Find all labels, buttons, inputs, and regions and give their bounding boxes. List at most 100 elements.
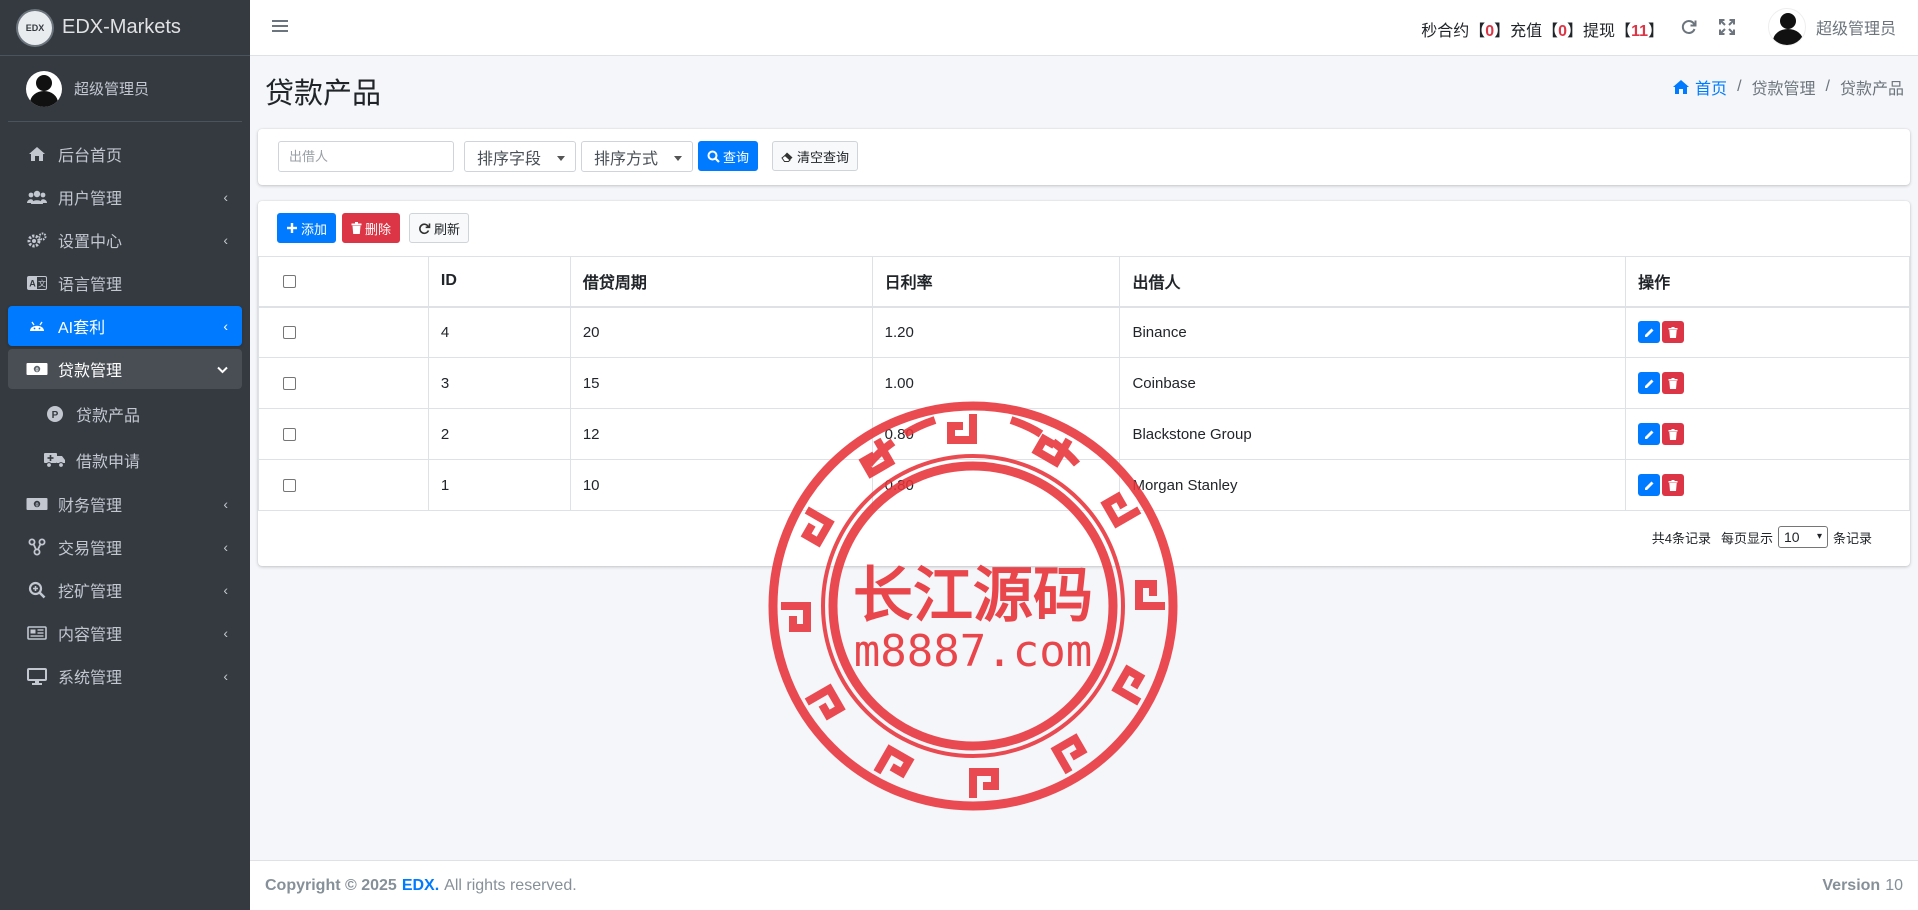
brand-logo: EDX bbox=[18, 10, 52, 45]
svg-text:A: A bbox=[29, 279, 36, 289]
top-stats[interactable]: 秒合约【0】充值【0】提现【11】 bbox=[1421, 17, 1664, 41]
per-page-label: 每页显示 bbox=[1720, 530, 1773, 546]
footer-copyright: Copyright © 2025 bbox=[265, 876, 397, 894]
sidebar-item-label: 财务管理 bbox=[58, 498, 123, 515]
cell-lender: Morgan Stanley bbox=[1119, 459, 1627, 511]
row-checkbox[interactable] bbox=[283, 479, 296, 493]
sidebar-item-label: AI套利 bbox=[58, 320, 106, 337]
edit-row-button[interactable] bbox=[1638, 372, 1661, 394]
add-button[interactable]: 添加 bbox=[277, 213, 337, 243]
edit-row-button[interactable] bbox=[1638, 423, 1661, 445]
cell-lender: Coinbase bbox=[1119, 357, 1627, 409]
sidebar-item-ai-arbitrage[interactable]: AI套利 ‹ bbox=[8, 306, 242, 346]
sidebar-item-mining[interactable]: 挖矿管理 ‹ bbox=[8, 570, 242, 610]
table-row: 2 12 0.80 Blackstone Group bbox=[258, 408, 1910, 460]
stat-contract-label: 秒合约【 bbox=[1421, 23, 1486, 40]
delete-row-button[interactable] bbox=[1662, 474, 1685, 496]
newspaper-icon bbox=[24, 626, 50, 640]
pencil-icon bbox=[1644, 328, 1654, 337]
sidebar-item-finance[interactable]: 0 财务管理 ‹ bbox=[8, 484, 242, 524]
cell-lender: Blackstone Group bbox=[1119, 408, 1627, 460]
column-header-id[interactable]: ID bbox=[427, 256, 571, 308]
cell-ops bbox=[1625, 306, 1910, 358]
sidebar-item-label: 后台首页 bbox=[58, 148, 123, 165]
top-user-name: 超级管理员 bbox=[1815, 21, 1896, 38]
breadcrumb-separator: / bbox=[1825, 78, 1830, 95]
column-header-rate[interactable]: 日利率 bbox=[871, 256, 1121, 308]
sidebar-item-label: 语言管理 bbox=[58, 277, 123, 294]
sort-field-value: 排序字段 bbox=[477, 150, 542, 168]
sidebar-item-dashboard[interactable]: 后台首页 bbox=[8, 134, 242, 174]
sidebar-subitem-loan-applications[interactable]: 借款申请 bbox=[8, 438, 242, 481]
svg-text:0: 0 bbox=[35, 502, 38, 508]
breadcrumb-home-label: 首页 bbox=[1695, 81, 1728, 98]
home-icon bbox=[24, 146, 50, 162]
users-icon bbox=[24, 190, 50, 204]
caret-down-icon bbox=[674, 156, 682, 161]
top-user-menu[interactable]: 超级管理员 bbox=[1767, 8, 1896, 46]
column-header-period[interactable]: 借贷周期 bbox=[569, 256, 873, 308]
sidebar-subitem-loan-products[interactable]: P 贷款产品 bbox=[8, 392, 242, 435]
sidebar-item-trading[interactable]: 交易管理 ‹ bbox=[8, 527, 242, 567]
top-navbar: 秒合约【0】充值【0】提现【11】 超级管理员 bbox=[250, 0, 1918, 56]
edit-row-button[interactable] bbox=[1638, 321, 1661, 344]
query-button[interactable]: 查询 bbox=[698, 141, 759, 171]
refresh-button[interactable]: 刷新 bbox=[409, 213, 470, 243]
chevron-down-icon: ▾ bbox=[1816, 531, 1822, 542]
per-page-select[interactable]: 10 ▾ bbox=[1777, 526, 1828, 548]
language-icon: A文 bbox=[24, 276, 50, 290]
row-checkbox[interactable] bbox=[283, 377, 296, 391]
pencil-icon bbox=[1644, 481, 1654, 490]
search-card: 排序字段 排序方式 查询 清空查询 bbox=[258, 129, 1910, 185]
breadcrumb-loans[interactable]: 贷款管理 bbox=[1752, 75, 1816, 99]
money-bill-icon: 0 bbox=[24, 497, 50, 511]
delete-row-button[interactable] bbox=[1662, 372, 1685, 394]
chevron-left-icon: ‹ bbox=[223, 232, 228, 248]
cell-ops bbox=[1625, 408, 1910, 460]
svg-text:P: P bbox=[52, 409, 59, 420]
pencil-icon bbox=[1644, 430, 1654, 439]
chevron-down-icon bbox=[217, 361, 228, 377]
table-row: 3 15 1.00 Coinbase bbox=[258, 357, 1910, 409]
refresh-icon[interactable] bbox=[1678, 16, 1700, 38]
clear-query-button[interactable]: 清空查询 bbox=[772, 141, 859, 171]
sidebar-item-settings[interactable]: 设置中心 ‹ bbox=[8, 220, 242, 260]
search-icon bbox=[707, 150, 720, 163]
sidebar-item-loans[interactable]: 0 贷款管理 bbox=[8, 349, 242, 389]
stat-withdraw-count: 11 bbox=[1631, 23, 1648, 40]
sort-order-select[interactable]: 排序方式 bbox=[581, 141, 693, 172]
sidebar-user-panel[interactable]: 超级管理员 bbox=[8, 56, 242, 122]
delete-button[interactable]: 删除 bbox=[342, 213, 401, 243]
truck-icon bbox=[42, 452, 68, 468]
delete-row-button[interactable] bbox=[1662, 321, 1685, 344]
table-row: 4 20 1.20 Binance bbox=[258, 306, 1910, 358]
lender-search-input[interactable] bbox=[278, 141, 454, 172]
chevron-left-icon: ‹ bbox=[223, 318, 228, 334]
sidebar-item-label: 系统管理 bbox=[58, 670, 123, 687]
cell-period: 15 bbox=[569, 357, 873, 409]
delete-row-button[interactable] bbox=[1662, 423, 1685, 445]
sidebar-item-label: 贷款管理 bbox=[58, 363, 123, 380]
sidebar-item-users[interactable]: 用户管理 ‹ bbox=[8, 177, 242, 217]
brand-link[interactable]: EDX EDX-Markets bbox=[0, 0, 250, 56]
exchange-icon bbox=[24, 538, 50, 556]
loan-products-table: ID 借贷周期 日利率 出借人 操作 4 20 1.20 Binance 3 1… bbox=[258, 256, 1910, 511]
fullscreen-icon[interactable] bbox=[1716, 16, 1738, 38]
select-all-checkbox[interactable] bbox=[283, 274, 296, 288]
sidebar-item-content[interactable]: 内容管理 ‹ bbox=[8, 613, 242, 653]
menu-toggle-icon[interactable] bbox=[272, 20, 288, 34]
chevron-left-icon: ‹ bbox=[223, 189, 228, 205]
row-checkbox[interactable] bbox=[283, 428, 296, 442]
edit-row-button[interactable] bbox=[1638, 474, 1661, 496]
row-select-cell bbox=[258, 408, 429, 460]
row-select-cell bbox=[258, 459, 429, 511]
column-header-lender[interactable]: 出借人 bbox=[1119, 256, 1627, 308]
footer-brand-link[interactable]: EDX. bbox=[402, 877, 439, 895]
home-icon bbox=[1673, 80, 1690, 94]
chevron-left-icon: ‹ bbox=[223, 625, 228, 641]
sidebar-item-language[interactable]: A文 语言管理 bbox=[8, 263, 242, 303]
sidebar-item-system[interactable]: 系统管理 ‹ bbox=[8, 656, 242, 696]
sort-field-select[interactable]: 排序字段 bbox=[464, 141, 576, 172]
row-checkbox[interactable] bbox=[283, 326, 296, 340]
breadcrumb-home[interactable]: 首页 bbox=[1672, 75, 1727, 99]
